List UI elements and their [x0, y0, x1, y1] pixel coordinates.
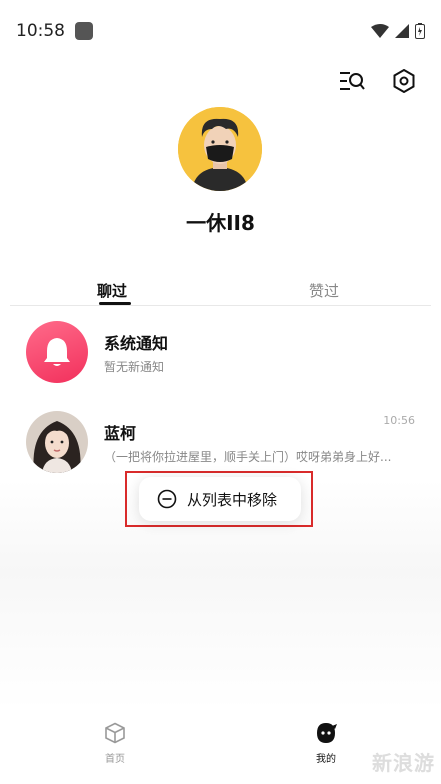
status-indicators	[371, 23, 425, 39]
nav-home-label: 首页	[105, 754, 125, 765]
profile-face-icon	[317, 723, 337, 743]
nav-mine-label: 我的	[316, 754, 336, 765]
tab-chatted[interactable]: 聊过	[97, 280, 127, 301]
lanke-avatar	[26, 411, 88, 473]
watermark-text: 新浪游	[372, 751, 435, 775]
top-actions	[337, 66, 419, 96]
list-item-system-notice[interactable]: 系统通知 暂无新通知	[0, 318, 441, 388]
cube-icon	[105, 722, 125, 744]
nav-mine[interactable]: 我的	[296, 722, 356, 765]
remove-from-list-menu[interactable]: 从列表中移除	[139, 477, 301, 521]
search-list-icon	[340, 72, 365, 90]
settings-icon	[393, 69, 415, 93]
status-bar: 10:58	[0, 0, 441, 62]
conversation-preview: 暂无新通知	[104, 360, 165, 374]
chat-tabs: 聊过 赞过	[0, 280, 441, 306]
settings-button[interactable]	[389, 66, 419, 96]
profile-avatar[interactable]	[178, 107, 262, 191]
bell-icon	[44, 338, 70, 366]
signal-icon	[395, 24, 409, 38]
minus-circle-icon	[157, 489, 177, 509]
status-time: 10:58	[16, 21, 65, 41]
avatar-portrait	[26, 411, 88, 473]
tabs-divider	[10, 305, 431, 306]
wifi-icon	[371, 24, 389, 38]
conversation-preview: （一把将你拉进屋里，顺手关上门）哎呀弟弟身上好...	[104, 450, 392, 464]
tab-liked[interactable]: 赞过	[309, 280, 339, 301]
conversation-time: 10:56	[383, 414, 415, 427]
conversation-title: 蓝柯	[104, 424, 137, 443]
system-notice-avatar	[26, 321, 88, 383]
list-item-lanke[interactable]: 蓝柯 （一把将你拉进屋里，顺手关上门）哎呀弟弟身上好... 10:56	[0, 408, 441, 478]
profile-username: 一休II8	[186, 211, 255, 235]
remove-from-list-label: 从列表中移除	[187, 490, 278, 509]
conversation-title: 系统通知	[104, 334, 169, 353]
battery-icon	[415, 23, 425, 39]
search-list-button[interactable]	[337, 66, 367, 96]
nav-home[interactable]: 首页	[85, 722, 145, 765]
avatar-illustration	[178, 107, 262, 191]
app-notification-icon	[75, 22, 93, 40]
